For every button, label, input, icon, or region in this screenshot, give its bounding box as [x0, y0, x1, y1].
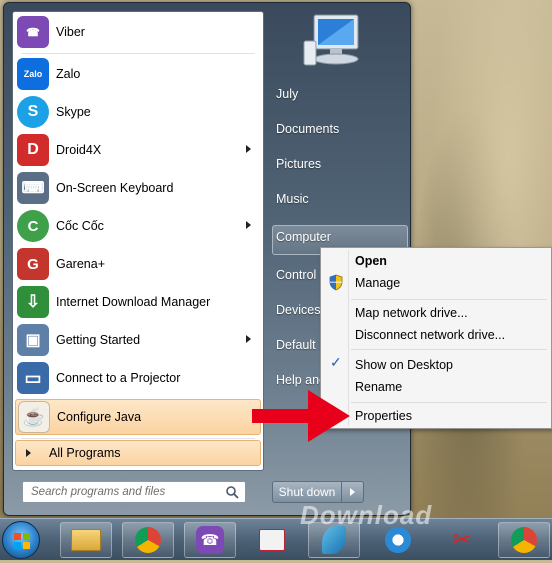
context-rename[interactable]: Rename [355, 380, 402, 394]
divider [21, 53, 255, 54]
program-label: Skype [56, 105, 91, 119]
context-map-network-drive[interactable]: Map network drive... [355, 306, 468, 320]
computer-picture-icon [300, 11, 366, 69]
chrome-icon [135, 527, 161, 553]
context-divider [351, 402, 547, 403]
all-programs-arrow-icon [26, 449, 31, 457]
unikey-icon [259, 529, 285, 551]
right-item-control-panel[interactable]: Control [276, 268, 316, 282]
submenu-arrow-icon [246, 335, 251, 343]
viber-icon: ☎ [196, 526, 224, 554]
program-viber[interactable]: ☎ Viber [15, 14, 261, 50]
program-label: Zalo [56, 67, 81, 81]
program-label: Configure Java [57, 410, 142, 424]
checkmark-icon: ✓ [330, 354, 342, 370]
program-label: Droid4X [56, 143, 102, 157]
windows-logo-icon [14, 533, 30, 549]
idm-icon: ⇩ [17, 286, 49, 318]
zalo-icon: Zalo [17, 58, 49, 90]
search-icon [225, 485, 239, 499]
program-label: Garena+ [56, 257, 105, 271]
context-disconnect-network-drive[interactable]: Disconnect network drive... [355, 328, 505, 342]
java-icon: ☕ [18, 401, 50, 433]
program-connect-projector[interactable]: ▭ Connect to a Projector [15, 360, 261, 396]
shield-icon [328, 274, 344, 294]
context-divider [351, 299, 547, 300]
programs-pane: ☎ Viber Zalo Zalo S Skype D Droid4X ⌨ On… [12, 11, 264, 471]
taskbar-unikey[interactable] [246, 522, 298, 558]
getting-started-icon: ▣ [17, 324, 49, 356]
red-arrow-annotation [252, 390, 350, 442]
context-open[interactable]: Open [355, 254, 387, 268]
context-manage[interactable]: Manage [355, 276, 400, 290]
program-idm[interactable]: ⇩ Internet Download Manager [15, 284, 261, 320]
program-label: Viber [56, 25, 85, 39]
scissors-icon: ✂ [452, 527, 472, 552]
coccoc-icon: C [17, 210, 49, 242]
right-item-music[interactable]: Music [276, 192, 309, 206]
taskbar-viber[interactable]: ☎ [184, 522, 236, 558]
program-configure-java[interactable]: ☕ Configure Java [15, 399, 261, 435]
context-menu: Open Manage Map network drive... Disconn… [320, 247, 552, 429]
search-box[interactable]: Search programs and files [22, 481, 246, 503]
right-item-user[interactable]: July [276, 87, 298, 101]
program-zalo[interactable]: Zalo Zalo [15, 56, 261, 92]
program-label: Internet Download Manager [56, 295, 211, 309]
program-on-screen-keyboard[interactable]: ⌨ On-Screen Keyboard [15, 170, 261, 206]
program-skype[interactable]: S Skype [15, 94, 261, 130]
program-coc-coc[interactable]: C Cốc Cốc [15, 208, 261, 244]
droid4x-icon: D [17, 134, 49, 166]
skype-icon: S [17, 96, 49, 128]
context-divider [351, 349, 547, 350]
taskbar-explorer[interactable] [60, 522, 112, 558]
right-item-computer[interactable]: Computer [276, 230, 331, 244]
right-item-devices[interactable]: Devices [276, 303, 320, 317]
submenu-arrow-icon [246, 221, 251, 229]
taskbar-snipping-tool[interactable]: ✂ [436, 522, 488, 558]
program-garena[interactable]: G Garena+ [15, 246, 261, 282]
projector-icon: ▭ [17, 362, 49, 394]
program-label: Getting Started [56, 333, 141, 347]
submenu-arrow-icon [246, 145, 251, 153]
context-show-on-desktop[interactable]: Show on Desktop [355, 358, 453, 372]
garena-icon: G [17, 248, 49, 280]
watermark-logo: Download [300, 500, 433, 530]
taskbar: ☎ ✂ [0, 518, 552, 560]
divider [21, 438, 255, 439]
all-programs-button[interactable]: All Programs [15, 440, 261, 466]
program-droid4x[interactable]: D Droid4X [15, 132, 261, 168]
keyboard-icon: ⌨ [17, 172, 49, 204]
right-item-documents[interactable]: Documents [276, 122, 339, 136]
right-item-pictures[interactable]: Pictures [276, 157, 321, 171]
chevron-right-icon [350, 488, 355, 496]
program-getting-started[interactable]: ▣ Getting Started [15, 322, 261, 358]
context-properties[interactable]: Properties [355, 409, 412, 423]
all-programs-label: All Programs [49, 446, 121, 460]
right-item-help[interactable]: Help and [276, 373, 326, 387]
chrome-icon [511, 527, 537, 553]
folder-icon [71, 529, 101, 551]
program-label: On-Screen Keyboard [56, 181, 174, 195]
viber-icon: ☎ [17, 16, 49, 48]
program-label: Cốc Cốc [56, 219, 104, 233]
start-button[interactable] [2, 521, 40, 559]
program-label: Connect to a Projector [56, 371, 181, 385]
taskbar-chrome-2[interactable] [498, 522, 550, 558]
taskbar-chrome[interactable] [122, 522, 174, 558]
search-input[interactable]: Search programs and files [31, 486, 225, 498]
